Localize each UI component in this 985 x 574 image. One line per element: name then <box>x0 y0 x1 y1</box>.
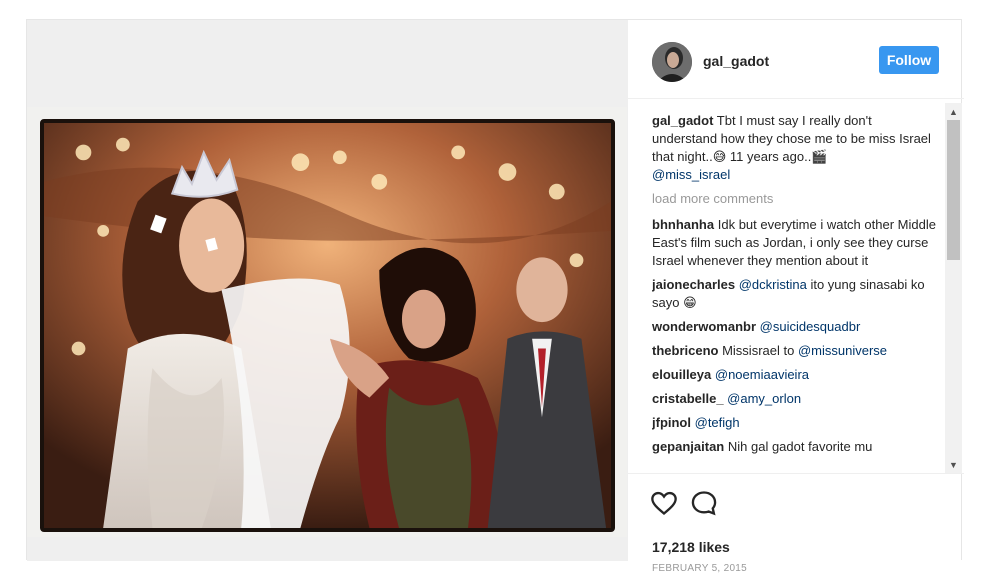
comment-username[interactable]: cristabelle_ <box>652 391 724 406</box>
likes-count[interactable]: 17,218 likes <box>652 539 730 555</box>
post-media <box>27 20 627 561</box>
comment-item: cristabelle_ @amy_orlon <box>652 390 937 408</box>
comment-item: wonderwomanbr @suicidesquadbr <box>652 318 937 336</box>
load-more-comments-link[interactable]: load more comments <box>652 190 937 208</box>
pageant-photo-illustration <box>44 123 611 528</box>
comment-username[interactable]: jaionecharles <box>652 277 735 292</box>
post-actions: 17,218 likes FEBRUARY 5, 2015 <box>628 473 964 574</box>
comment-username[interactable]: bhnhanha <box>652 217 714 232</box>
comment-username[interactable]: wonderwomanbr <box>652 319 756 334</box>
comment-item: gepanjaitan Nih gal gadot favorite mu <box>652 438 937 456</box>
comment-text: Nih gal gadot favorite mu <box>727 439 873 454</box>
comment-item: bhnhanha Idk but everytime i watch other… <box>652 216 937 270</box>
caption: gal_gadot Tbt I must say I really don't … <box>652 112 937 184</box>
comment-icon[interactable] <box>690 489 718 517</box>
profile-avatar[interactable] <box>652 42 692 82</box>
scroll-down-arrow-icon[interactable]: ▼ <box>945 456 962 473</box>
post-date: FEBRUARY 5, 2015 <box>652 563 748 574</box>
comment-username[interactable]: elouilleya <box>652 367 711 382</box>
comment-mention[interactable]: @dckristina <box>739 277 807 292</box>
comment-mention[interactable]: @noemiaavieira <box>715 367 809 382</box>
heart-icon[interactable] <box>650 489 678 517</box>
post-card: gal_gadot Follow gal_gadot Tbt I must sa… <box>26 19 964 574</box>
scroll-up-arrow-icon[interactable]: ▲ <box>945 103 962 120</box>
comment-text: Missisrael to <box>722 343 798 358</box>
caption-emoji-clapper: 🎬 <box>811 149 828 164</box>
comment-mention[interactable]: @missuniverse <box>798 343 887 358</box>
follow-button[interactable]: Follow <box>879 46 939 74</box>
comment-mention[interactable]: @suicidesquadbr <box>760 319 861 334</box>
caption-text-2: 11 years ago.. <box>726 149 812 164</box>
post-sidebar: gal_gadot Follow gal_gadot Tbt I must sa… <box>627 20 964 574</box>
comment-item: jfpinol @tefigh <box>652 414 937 432</box>
comment-item: thebriceno Missisrael to @missuniverse <box>652 342 937 360</box>
avatar-icon <box>652 42 692 82</box>
comment-item: jaionecharles @dckristina ito yung sinas… <box>652 276 937 312</box>
caption-emoji-sweat: 😅 <box>712 149 727 164</box>
scroll-thumb[interactable] <box>947 120 960 260</box>
caption-username[interactable]: gal_gadot <box>652 113 713 128</box>
comment-mention[interactable]: @tefigh <box>695 415 740 430</box>
post-header: gal_gadot Follow <box>628 20 964 99</box>
comments-list: gal_gadot Tbt I must say I really don't … <box>652 112 937 472</box>
caption-mention[interactable]: @miss_israel <box>652 167 730 182</box>
post-photo[interactable] <box>40 119 615 532</box>
author-username[interactable]: gal_gadot <box>703 53 769 69</box>
comment-mention[interactable]: @amy_orlon <box>727 391 801 406</box>
comments-scrollbar[interactable]: ▲ ▼ <box>945 103 962 473</box>
comment-item: elouilleya @noemiaavieira <box>652 366 937 384</box>
comment-username[interactable]: gepanjaitan <box>652 439 724 454</box>
comment-username[interactable]: thebriceno <box>652 343 718 358</box>
comment-username[interactable]: jfpinol <box>652 415 691 430</box>
